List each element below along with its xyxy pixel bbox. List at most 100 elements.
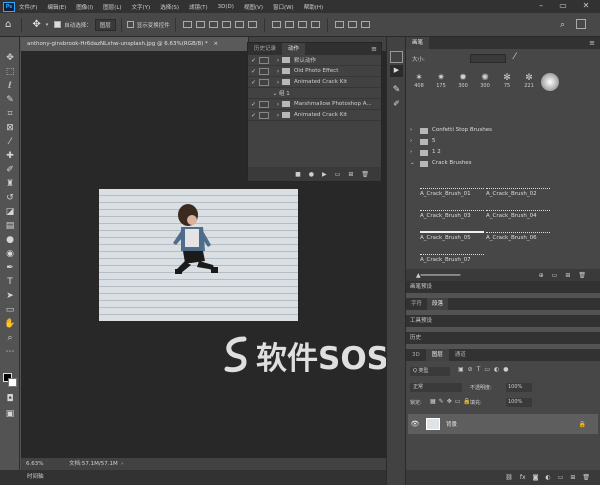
panel-menu-icon[interactable]: ≡	[367, 43, 381, 55]
screen-mode-icon[interactable]: ▣	[4, 408, 16, 420]
show-transform-checkbox[interactable]	[126, 21, 134, 28]
quick-select-tool-icon[interactable]: ✎	[4, 94, 16, 106]
brush-preset[interactable]: A_Crack_Brush_03	[420, 201, 486, 223]
toggle-check-icon[interactable]: ✓	[248, 101, 259, 108]
zoom-level[interactable]: 6.63%	[26, 458, 43, 470]
tab-layers[interactable]: 图层	[425, 349, 449, 361]
new-set-icon[interactable]: ▭	[335, 171, 341, 178]
distribute-icon[interactable]	[284, 21, 294, 28]
action-row[interactable]: ✓ › Animated Crack Kit	[248, 110, 381, 121]
distribute-icon[interactable]	[297, 21, 307, 28]
add-mask-icon[interactable]: ◙	[533, 474, 539, 481]
opacity-input[interactable]: 100%	[506, 383, 532, 392]
document-tab[interactable]: anthony-ginsbrook-Hr6dazNLxhw-unsplash.j…	[21, 37, 249, 51]
home-icon[interactable]: ⌂	[5, 19, 11, 30]
action-row[interactable]: ✓ › 默认动作	[248, 55, 381, 66]
brush-group[interactable]: › 5	[406, 136, 586, 147]
lock-icons[interactable]: ▦✎✥▭🔒	[430, 398, 474, 405]
align-middle-icon[interactable]	[234, 21, 244, 28]
crop-tool-icon[interactable]: ⌗	[4, 108, 16, 120]
action-row[interactable]: ✓ › Marshmallow Photoshop A...	[248, 99, 381, 110]
menu-view[interactable]: 视图(V)	[244, 3, 263, 11]
dialog-toggle[interactable]	[259, 67, 269, 75]
maximize-icon[interactable]: ▭	[552, 0, 574, 13]
panel-menu-icon[interactable]: ≡	[584, 37, 600, 49]
link-layers-icon[interactable]: ⛓	[505, 474, 513, 481]
toggle-check-icon[interactable]: ✓	[248, 57, 259, 64]
auto-select-dropdown[interactable]: 图层	[94, 18, 116, 31]
minimize-icon[interactable]: –	[530, 0, 552, 13]
dialog-toggle[interactable]	[259, 111, 269, 119]
doc-info[interactable]: 文档:57.1M/57.1M	[69, 458, 118, 470]
eyedropper-tool-icon[interactable]: ⁄	[4, 136, 16, 148]
lasso-tool-icon[interactable]: ℓ	[4, 80, 16, 92]
align-left-icon[interactable]	[182, 21, 192, 28]
brush-preset[interactable]: A_Crack_Brush_02	[486, 179, 552, 201]
toggle-check-icon[interactable]: ✓	[248, 68, 259, 75]
chevron-down-icon[interactable]: ▾	[46, 22, 49, 28]
record-icon[interactable]: ●	[309, 171, 314, 178]
healing-brush-icon[interactable]: ✚	[4, 150, 16, 162]
3d-mode-icon[interactable]	[360, 21, 370, 28]
eraser-tool-icon[interactable]: ◪	[4, 206, 16, 218]
brush-preset[interactable]: A_Crack_Brush_06	[486, 223, 552, 245]
brush-size-slider[interactable]: ▲━━━━━━━━━━━	[416, 272, 460, 279]
tool-presets-header[interactable]: 工具预设	[406, 315, 600, 327]
brush-tip[interactable]: ✺ 300	[475, 73, 495, 95]
menu-file[interactable]: 文件(F)	[19, 3, 37, 11]
document-image[interactable]	[99, 189, 298, 321]
brush-tip[interactable]: ✼ 221	[519, 73, 539, 95]
3d-mode-icon[interactable]	[347, 21, 357, 28]
action-row[interactable]: ⌄ 组 1	[248, 88, 381, 99]
brush-settings-icon[interactable]: ⁄	[514, 52, 516, 62]
distribute-icon[interactable]	[310, 21, 320, 28]
brush-group[interactable]: ⌄ Crack Brushes	[406, 158, 586, 169]
brush-preset[interactable]: A_Crack_Brush_07	[420, 245, 486, 267]
dialog-toggle[interactable]	[259, 56, 269, 64]
adjustment-layer-icon[interactable]: ◐	[545, 474, 550, 481]
menu-type[interactable]: 文字(Y)	[132, 3, 151, 11]
actions-panel-icon[interactable]: ▶	[390, 65, 403, 77]
blur-tool-icon[interactable]: ●	[4, 234, 16, 246]
frame-tool-icon[interactable]: ⊠	[4, 122, 16, 134]
brush-tip[interactable]: ✷ 175	[431, 73, 451, 95]
toggle-check-icon[interactable]: ✓	[248, 79, 259, 86]
layer-filter-icons[interactable]: ▣⊘T▭◐●	[458, 366, 513, 373]
align-top-icon[interactable]	[221, 21, 231, 28]
tab-3d[interactable]: 3D	[406, 349, 426, 361]
tab-character[interactable]: 字符	[406, 298, 427, 310]
distribute-icon[interactable]	[271, 21, 281, 28]
menu-filter[interactable]: 滤镜(T)	[189, 3, 208, 11]
brush-tip[interactable]: ✶ 408	[409, 73, 429, 95]
3d-mode-icon[interactable]	[334, 21, 344, 28]
tab-paragraph[interactable]: 段落	[427, 298, 449, 310]
layer-kind-filter[interactable]: Q 类型	[410, 367, 450, 376]
stop-icon[interactable]: ■	[295, 171, 301, 178]
tab-actions[interactable]: 动作	[282, 43, 306, 55]
new-layer-icon[interactable]: ⊞	[570, 474, 575, 481]
menu-window[interactable]: 窗口(W)	[273, 3, 294, 11]
blend-mode-select[interactable]: 正常	[410, 383, 462, 392]
brush-tip[interactable]: ✻ 75	[497, 73, 517, 95]
trash-icon[interactable]: 🗑	[578, 272, 586, 279]
expand-arrow-icon[interactable]: ›	[274, 57, 282, 64]
eye-icon[interactable]: 👁	[408, 420, 422, 428]
align-right-icon[interactable]	[208, 21, 218, 28]
clone-stamp-icon[interactable]: ♜	[4, 178, 16, 190]
size-input[interactable]	[470, 54, 506, 63]
brush-group[interactable]: › Confetti Stop Brushes	[406, 125, 586, 136]
brush-presets-header[interactable]: 画笔预设	[406, 281, 600, 293]
brush-mode-icon[interactable]: ⊕	[539, 272, 544, 279]
action-row[interactable]: ✓ › Animated Crack Kit	[248, 77, 381, 88]
brush-panel-icon[interactable]: ✎	[390, 85, 403, 97]
menu-3d[interactable]: 3D(D)	[218, 4, 234, 10]
expand-arrow-icon[interactable]: ⌄	[271, 90, 279, 97]
brush-preset[interactable]: A_Crack_Brush_01	[420, 179, 486, 201]
search-icon[interactable]: ⌕	[560, 20, 565, 30]
align-bottom-icon[interactable]	[247, 21, 257, 28]
shape-tool-icon[interactable]: ▭	[4, 304, 16, 316]
layer-row[interactable]: 👁 背景 🔒	[408, 414, 598, 434]
gradient-tool-icon[interactable]: ▤	[4, 220, 16, 232]
menu-select[interactable]: 选择(S)	[160, 3, 179, 11]
brush-preset[interactable]: A_Crack_Brush_04	[486, 201, 552, 223]
